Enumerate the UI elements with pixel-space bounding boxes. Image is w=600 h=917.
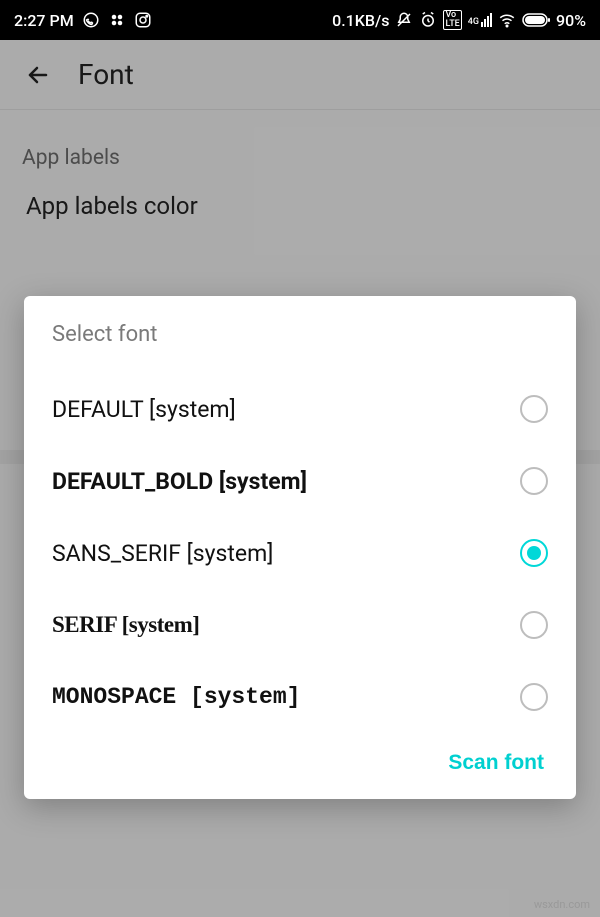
font-option-1[interactable]: DEFAULT_BOLD [system]	[52, 445, 548, 517]
wifi-icon	[498, 11, 516, 29]
alarm-icon	[419, 11, 437, 29]
dialog-title: Select font	[52, 322, 548, 347]
status-bar: 2:27 PM 0.1KB/s VoLTE 4G	[0, 0, 600, 40]
status-data-rate: 0.1KB/s	[332, 11, 389, 30]
font-option-label: SERIF [system]	[52, 612, 199, 638]
font-option-label: DEFAULT [system]	[52, 396, 236, 423]
select-font-dialog: Select font DEFAULT [system] DEFAULT_BOLD…	[24, 296, 576, 799]
font-option-label: DEFAULT_BOLD [system]	[52, 468, 307, 495]
status-time: 2:27 PM	[14, 11, 74, 30]
font-option-4[interactable]: MONOSPACE [system]	[52, 661, 548, 733]
font-option-label: MONOSPACE [system]	[52, 684, 300, 710]
instagram-icon	[134, 11, 152, 29]
radio-icon[interactable]	[520, 539, 548, 567]
radio-icon[interactable]	[520, 467, 548, 495]
status-battery-text: 90%	[556, 11, 586, 30]
network-icon: 4G	[468, 13, 492, 27]
app-icon	[108, 11, 126, 29]
radio-icon[interactable]	[520, 611, 548, 639]
font-option-3[interactable]: SERIF [system]	[52, 589, 548, 661]
mute-icon	[395, 11, 413, 29]
battery-icon	[522, 13, 550, 27]
font-option-2[interactable]: SANS_SERIF [system]	[52, 517, 548, 589]
volte-icon: VoLTE	[443, 10, 461, 30]
whatsapp-icon	[82, 11, 100, 29]
font-option-label: SANS_SERIF [system]	[52, 540, 273, 567]
scan-font-button[interactable]: Scan font	[448, 751, 544, 775]
watermark: wsxdn.com	[534, 898, 590, 911]
font-option-0[interactable]: DEFAULT [system]	[52, 373, 548, 445]
radio-icon[interactable]	[520, 683, 548, 711]
radio-icon[interactable]	[520, 395, 548, 423]
